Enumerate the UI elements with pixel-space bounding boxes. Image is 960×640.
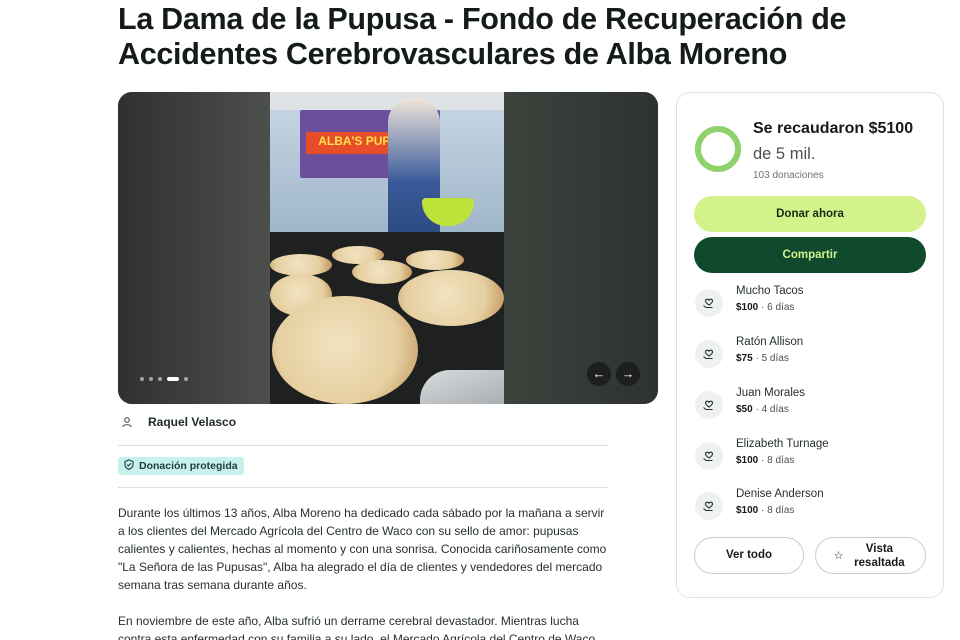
next-photo-button[interactable]: → bbox=[616, 362, 640, 386]
donor-row: Denise Anderson $100 · 8 días bbox=[694, 488, 926, 528]
arrow-right-icon: → bbox=[621, 366, 635, 381]
badge-label: Donación protegida bbox=[139, 460, 238, 472]
photo-gallery[interactable]: ALBA'S PUPUSAS ← → bbox=[118, 92, 658, 404]
story-paragraph: En noviembre de este año, Alba sufrió un… bbox=[118, 614, 596, 640]
donor-time: · 5 días bbox=[752, 353, 789, 364]
slide-dot-active[interactable] bbox=[167, 377, 179, 381]
donor-amount: $50 bbox=[736, 404, 753, 415]
user-icon bbox=[118, 413, 136, 431]
shield-icon bbox=[124, 459, 134, 473]
donor-row: Ratón Allison $75 · 5 días bbox=[694, 336, 926, 376]
donor-amount: $100 bbox=[736, 302, 759, 313]
featured-view-button[interactable]: ☆ Vista resaltada bbox=[815, 537, 926, 574]
donor-name: Mucho Tacos bbox=[736, 285, 804, 297]
foil bbox=[420, 370, 504, 404]
star-icon: ☆ bbox=[833, 550, 844, 562]
donation-card: Se recaudaron $5100 de 5 mil. 103 donaci… bbox=[676, 92, 944, 598]
donor-time: · 8 días bbox=[758, 505, 795, 516]
donor-meta: $100 · 8 días bbox=[736, 505, 794, 516]
heart-hand-icon bbox=[695, 492, 723, 520]
donor-time: · 6 días bbox=[758, 302, 795, 313]
slide-indicator bbox=[140, 377, 188, 381]
donor-meta: $100 · 8 días bbox=[736, 455, 794, 466]
donor-row: Elizabeth Turnage $100 · 8 días bbox=[694, 438, 926, 478]
heart-hand-icon bbox=[695, 340, 723, 368]
gallery-photo: ALBA'S PUPUSAS bbox=[270, 92, 504, 404]
gallery-blur-right bbox=[504, 92, 658, 404]
heart-hand-icon bbox=[695, 391, 723, 419]
slide-dot[interactable] bbox=[158, 377, 162, 381]
heart-hand-icon bbox=[695, 289, 723, 317]
see-all-button[interactable]: Ver todo bbox=[694, 537, 804, 574]
divider bbox=[118, 445, 608, 446]
organizer-name[interactable]: Raquel Velasco bbox=[148, 415, 236, 429]
donor-name: Juan Morales bbox=[736, 387, 806, 399]
goal-amount: de 5 mil. bbox=[753, 145, 816, 163]
share-button[interactable]: Compartir bbox=[694, 237, 926, 273]
story-text: Durante los últimos 13 años, Alba Moreno… bbox=[118, 504, 608, 640]
donor-amount: $75 bbox=[736, 353, 753, 364]
donor-row: Juan Morales $50 · 4 días bbox=[694, 387, 926, 427]
slide-dot[interactable] bbox=[140, 377, 144, 381]
heart-hand-icon bbox=[695, 442, 723, 470]
donate-now-button[interactable]: Donar ahora bbox=[694, 196, 926, 232]
protected-donation-badge[interactable]: Donación protegida bbox=[118, 457, 244, 475]
featured-view-label: Vista resaltada bbox=[854, 542, 905, 569]
slide-dot[interactable] bbox=[184, 377, 188, 381]
page-title: La Dama de la Pupusa - Fondo de Recupera… bbox=[118, 2, 847, 71]
donor-row: Mucho Tacos $100 · 6 días bbox=[694, 285, 926, 325]
donation-count: 103 donaciones bbox=[753, 170, 824, 181]
donor-meta: $75 · 5 días bbox=[736, 353, 789, 364]
donor-meta: $100 · 6 días bbox=[736, 302, 794, 313]
donor-name: Denise Anderson bbox=[736, 488, 824, 500]
donor-amount: $100 bbox=[736, 505, 759, 516]
slide-dot[interactable] bbox=[149, 377, 153, 381]
arrow-left-icon: ← bbox=[592, 366, 606, 381]
progress-ring bbox=[695, 126, 741, 172]
donor-name: Ratón Allison bbox=[736, 336, 804, 348]
organizer[interactable]: Raquel Velasco bbox=[118, 413, 236, 431]
story-paragraph: Durante los últimos 13 años, Alba Moreno… bbox=[118, 506, 607, 592]
amount-raised: Se recaudaron $5100 bbox=[753, 120, 914, 137]
donor-time: · 4 días bbox=[752, 404, 789, 415]
donor-time: · 8 días bbox=[758, 455, 795, 466]
divider bbox=[118, 487, 608, 488]
previous-photo-button[interactable]: ← bbox=[587, 362, 611, 386]
donor-name: Elizabeth Turnage bbox=[736, 438, 829, 450]
donor-meta: $50 · 4 días bbox=[736, 404, 789, 415]
donor-amount: $100 bbox=[736, 455, 759, 466]
gallery-blur-left bbox=[118, 92, 270, 404]
